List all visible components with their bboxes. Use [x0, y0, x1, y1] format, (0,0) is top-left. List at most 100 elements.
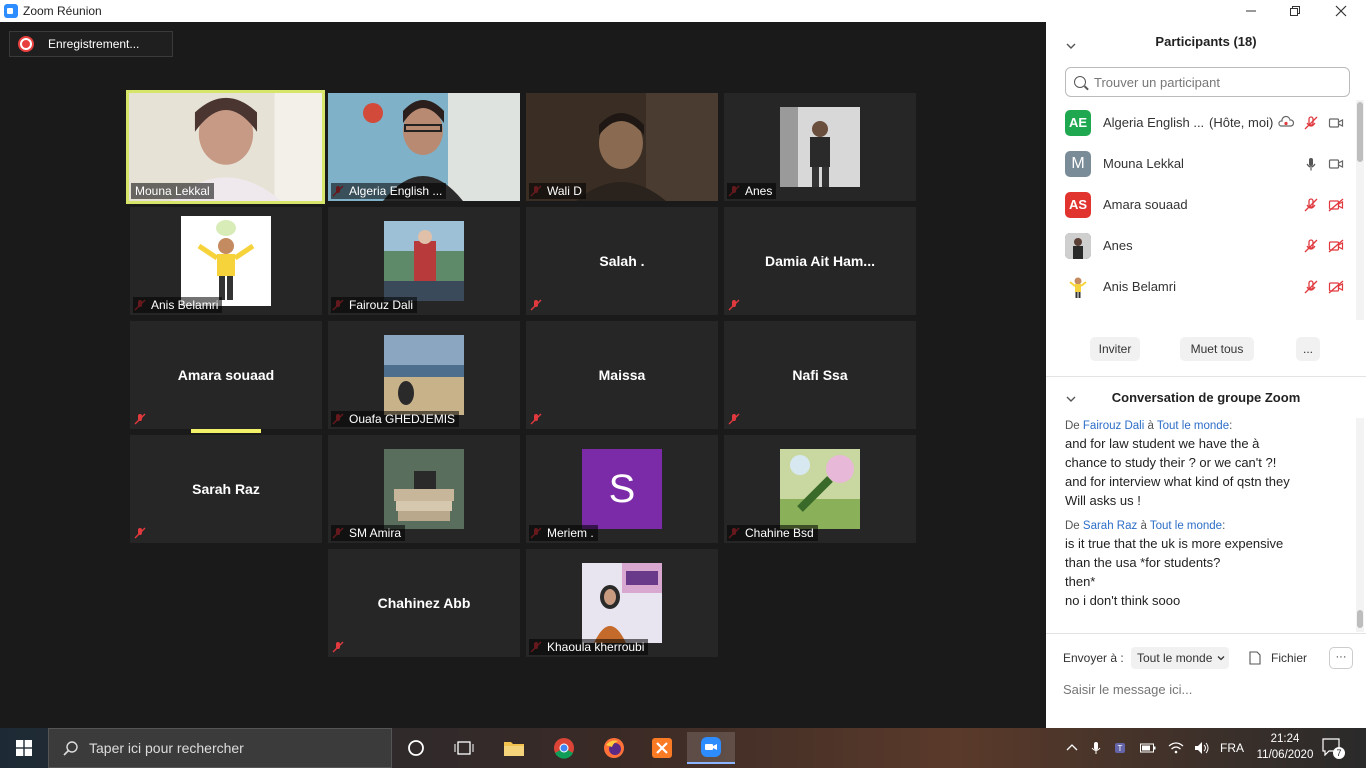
participant-name: Mouna Lekkal	[1103, 156, 1184, 171]
tile-name-label: Anis Belamri	[133, 297, 223, 313]
video-camera-icon[interactable]	[1328, 156, 1344, 172]
xampp-button[interactable]	[638, 732, 686, 764]
restore-icon	[1290, 6, 1300, 16]
taskbar-clock[interactable]: 21:24 11/06/2020	[1252, 731, 1318, 763]
file-icon[interactable]	[1249, 651, 1261, 665]
firefox-button[interactable]	[590, 732, 638, 764]
video-off-icon[interactable]	[1328, 238, 1344, 254]
notification-count-badge: 7	[1333, 747, 1345, 759]
muted-mic-icon[interactable]	[1303, 197, 1319, 213]
close-icon	[1335, 5, 1347, 17]
video-tile[interactable]: Chahine Bsd	[724, 435, 916, 543]
participant-row[interactable]: AE Algeria English ... (Hôte, moi)	[1046, 102, 1356, 143]
tile-name-label: Khaoula kherroubi	[529, 639, 649, 655]
video-camera-icon[interactable]	[1328, 115, 1344, 131]
video-tile[interactable]: Anis Belamri	[130, 207, 322, 315]
battery-icon[interactable]	[1140, 743, 1156, 753]
wifi-icon[interactable]	[1168, 741, 1184, 755]
video-tile[interactable]: SM Amira	[328, 435, 520, 543]
file-explorer-button[interactable]	[490, 732, 538, 764]
video-tile[interactable]: Mouna Lekkal	[126, 90, 325, 204]
mute-all-button[interactable]: Muet tous	[1180, 337, 1254, 361]
participant-row[interactable]: M Mouna Lekkal	[1046, 143, 1356, 184]
taskbar-search-box[interactable]: Taper ici pour rechercher	[48, 728, 392, 768]
video-tile[interactable]: Wali D	[526, 93, 718, 201]
chrome-button[interactable]	[540, 732, 588, 764]
chat-message-line: then*	[1065, 574, 1096, 589]
chat-message-header: De Sarah Raz à Tout le monde:	[1065, 520, 1226, 532]
tile-display-name: Salah .	[599, 253, 645, 269]
video-tile[interactable]: Amara souaad	[130, 321, 322, 429]
video-tile[interactable]: Fairouz Dali	[328, 207, 520, 315]
volume-icon[interactable]	[1194, 741, 1210, 755]
participant-row[interactable]: Anes	[1046, 225, 1356, 266]
zoom-icon	[701, 737, 721, 757]
more-options-button[interactable]: ...	[1296, 337, 1320, 361]
video-tile[interactable]: Sarah Raz	[130, 435, 322, 543]
minimize-button[interactable]	[1228, 0, 1274, 22]
video-tile[interactable]: Nafi Ssa	[724, 321, 916, 429]
participant-row[interactable]: Anis Belamri	[1046, 266, 1356, 307]
microphone-icon[interactable]	[1303, 156, 1319, 172]
scrollbar-thumb[interactable]	[1357, 610, 1363, 628]
muted-mic-icon[interactable]	[1303, 238, 1319, 254]
video-tile[interactable]: Algeria English ...	[328, 93, 520, 201]
muted-mic-icon	[332, 641, 344, 653]
chat-message-line: than the usa *for students?	[1065, 555, 1221, 570]
recipient-select[interactable]: Tout le monde	[1131, 647, 1229, 669]
participant-search-input[interactable]: Trouver un participant	[1065, 67, 1350, 97]
video-tile[interactable]: Maissa	[526, 321, 718, 429]
chat-message-input[interactable]	[1063, 678, 1348, 700]
muted-mic-icon	[134, 527, 146, 539]
search-icon	[63, 741, 78, 756]
chat-more-button[interactable]: ···	[1329, 647, 1353, 669]
video-tile[interactable]: Khaoula kherroubi	[526, 549, 718, 657]
tile-display-name: Sarah Raz	[192, 481, 260, 497]
scrollbar-thumb[interactable]	[1357, 102, 1363, 162]
zoom-taskbar-button[interactable]	[687, 732, 735, 764]
participants-list[interactable]: AE Algeria English ... (Hôte, moi) M Mou…	[1046, 102, 1356, 320]
microphone-icon[interactable]	[1090, 741, 1102, 755]
video-tile[interactable]: Ouafa GHEDJEMIS	[328, 321, 520, 429]
tile-name-label: Algeria English ...	[331, 183, 447, 199]
participants-scrollbar[interactable]	[1356, 100, 1364, 320]
chat-scrollbar[interactable]	[1356, 418, 1364, 632]
send-to-label: Envoyer à :	[1063, 651, 1124, 665]
svg-text:T: T	[1118, 744, 1123, 753]
video-tile[interactable]: Anes	[724, 93, 916, 201]
chevron-up-icon[interactable]	[1066, 742, 1078, 754]
chat-recipient: Tout le monde	[1149, 520, 1223, 532]
muted-mic-icon	[728, 413, 740, 425]
start-button[interactable]	[0, 728, 48, 768]
chat-message: De Sarah Raz à Tout le monde: is it true…	[1065, 518, 1347, 610]
file-button[interactable]: Fichier	[1271, 651, 1307, 665]
windows-logo-icon	[16, 740, 32, 756]
panel-divider	[1046, 376, 1366, 377]
close-button[interactable]	[1318, 0, 1364, 22]
muted-mic-icon	[530, 299, 542, 311]
tile-name-label: Ouafa GHEDJEMIS	[331, 411, 460, 427]
notification-center-button[interactable]: 7	[1322, 738, 1346, 760]
video-tile[interactable]: Damia Ait Ham...	[724, 207, 916, 315]
recording-indicator[interactable]: Enregistrement...	[9, 31, 173, 57]
restore-button[interactable]	[1272, 0, 1318, 22]
task-view-button[interactable]	[440, 732, 488, 764]
muted-mic-icon[interactable]	[1303, 279, 1319, 295]
cortana-icon	[408, 740, 424, 756]
task-view-icon	[454, 741, 474, 755]
video-tile[interactable]: S Meriem .	[526, 435, 718, 543]
invite-button[interactable]: Inviter	[1090, 337, 1140, 361]
participant-photo	[780, 107, 860, 187]
cortana-button[interactable]	[392, 732, 440, 764]
input-language[interactable]: FRA	[1220, 741, 1244, 755]
participant-row[interactable]: AS Amara souaad	[1046, 184, 1356, 225]
muted-mic-icon[interactable]	[1303, 115, 1319, 131]
video-off-icon[interactable]	[1328, 279, 1344, 295]
teams-icon[interactable]: T	[1114, 741, 1128, 755]
video-tile[interactable]: Chahinez Abb	[328, 549, 520, 657]
video-tile[interactable]: Salah .	[526, 207, 718, 315]
video-off-icon[interactable]	[1328, 197, 1344, 213]
participant-photo	[582, 563, 662, 643]
avatar: AE	[1065, 109, 1091, 136]
participant-photo	[384, 449, 464, 529]
